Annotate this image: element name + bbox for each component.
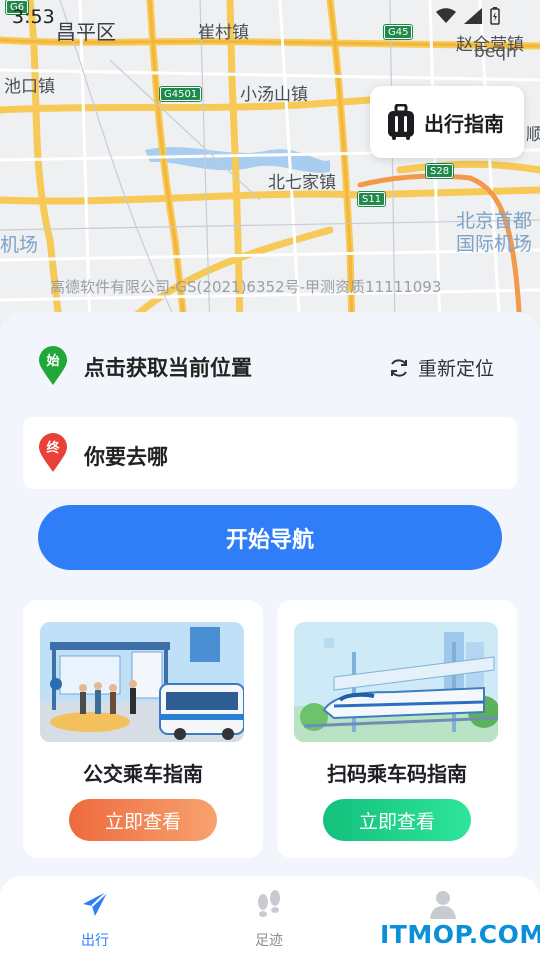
- travel-guide-label: 出行指南: [424, 111, 504, 136]
- map-label-chikou: 池口镇: [4, 77, 55, 97]
- bus-stop-illustration: [40, 622, 244, 742]
- highway-shield-s11: S11: [356, 191, 387, 207]
- refresh-icon: [391, 358, 407, 377]
- start-navigation-button[interactable]: 开始导航: [38, 505, 502, 570]
- map-overlay-text: beqn: [474, 42, 517, 62]
- watermark: ITMOP.COM: [380, 920, 540, 949]
- map-label-airport: 北京首都 国际机场: [456, 210, 533, 255]
- highway-shield-s28: S28: [424, 163, 455, 179]
- destination-placeholder: 你要去哪: [84, 445, 168, 469]
- map-label-xiaotangshan: 小汤山镇: [240, 85, 308, 105]
- tab-travel-label: 出行: [81, 933, 109, 949]
- svg-text:始: 始: [46, 353, 59, 369]
- map-copyright: 高德软件有限公司-GS(2021)6352号-甲测资质11111093: [50, 278, 442, 296]
- tab-footprints-label: 足迹: [255, 933, 283, 949]
- status-icons: [436, 7, 500, 25]
- relocate-button[interactable]: 重新定位: [388, 354, 494, 381]
- qr-ride-guide-card[interactable]: 扫码乘车码指南 立即查看: [277, 600, 517, 858]
- luggage-icon: [388, 104, 414, 140]
- map-label-shun: 顺: [526, 125, 540, 145]
- tab-travel[interactable]: 出行: [55, 888, 135, 950]
- paper-plane-icon: [83, 890, 109, 916]
- end-pin-icon: 终: [38, 433, 68, 473]
- bus-guide-title: 公交乘车指南: [83, 762, 203, 786]
- user-icon: [430, 891, 456, 919]
- qr-ride-guide-title: 扫码乘车码指南: [327, 762, 467, 786]
- train-illustration: [294, 622, 498, 742]
- relocate-label: 重新定位: [418, 358, 495, 380]
- start-pin-icon: 始: [38, 346, 68, 386]
- current-location-button[interactable]: 点击获取当前位置: [84, 352, 252, 382]
- status-time: 3:53: [12, 6, 55, 28]
- travel-guide-button[interactable]: 出行指南: [370, 86, 524, 158]
- footprints-icon: [258, 890, 280, 917]
- wifi-icon: [436, 8, 456, 23]
- bus-guide-view-button[interactable]: 立即查看: [69, 799, 217, 841]
- signal-icon: [464, 8, 482, 24]
- svg-text:终: 终: [46, 440, 60, 456]
- tab-footprints[interactable]: 足迹: [229, 888, 309, 950]
- qr-ride-guide-view-button[interactable]: 立即查看: [323, 799, 471, 841]
- map-label-cuicun: 崔村镇: [198, 23, 249, 43]
- map-label-beiqijia: 北七家镇: [268, 173, 336, 193]
- battery-icon: [490, 7, 500, 25]
- bus-guide-card[interactable]: 公交乘车指南 立即查看: [23, 600, 263, 858]
- highway-shield-g45: G45: [382, 24, 414, 40]
- highway-shield-g4501: G4501: [158, 86, 203, 102]
- map-view[interactable]: 昌平区 崔村镇 赵全营镇 池口镇 小汤山镇 北七家镇 北京首都 国际机场 机场 顺…: [0, 0, 540, 330]
- map-label-changping: 昌平区: [56, 20, 116, 44]
- map-label-jichang: 机场: [0, 234, 39, 256]
